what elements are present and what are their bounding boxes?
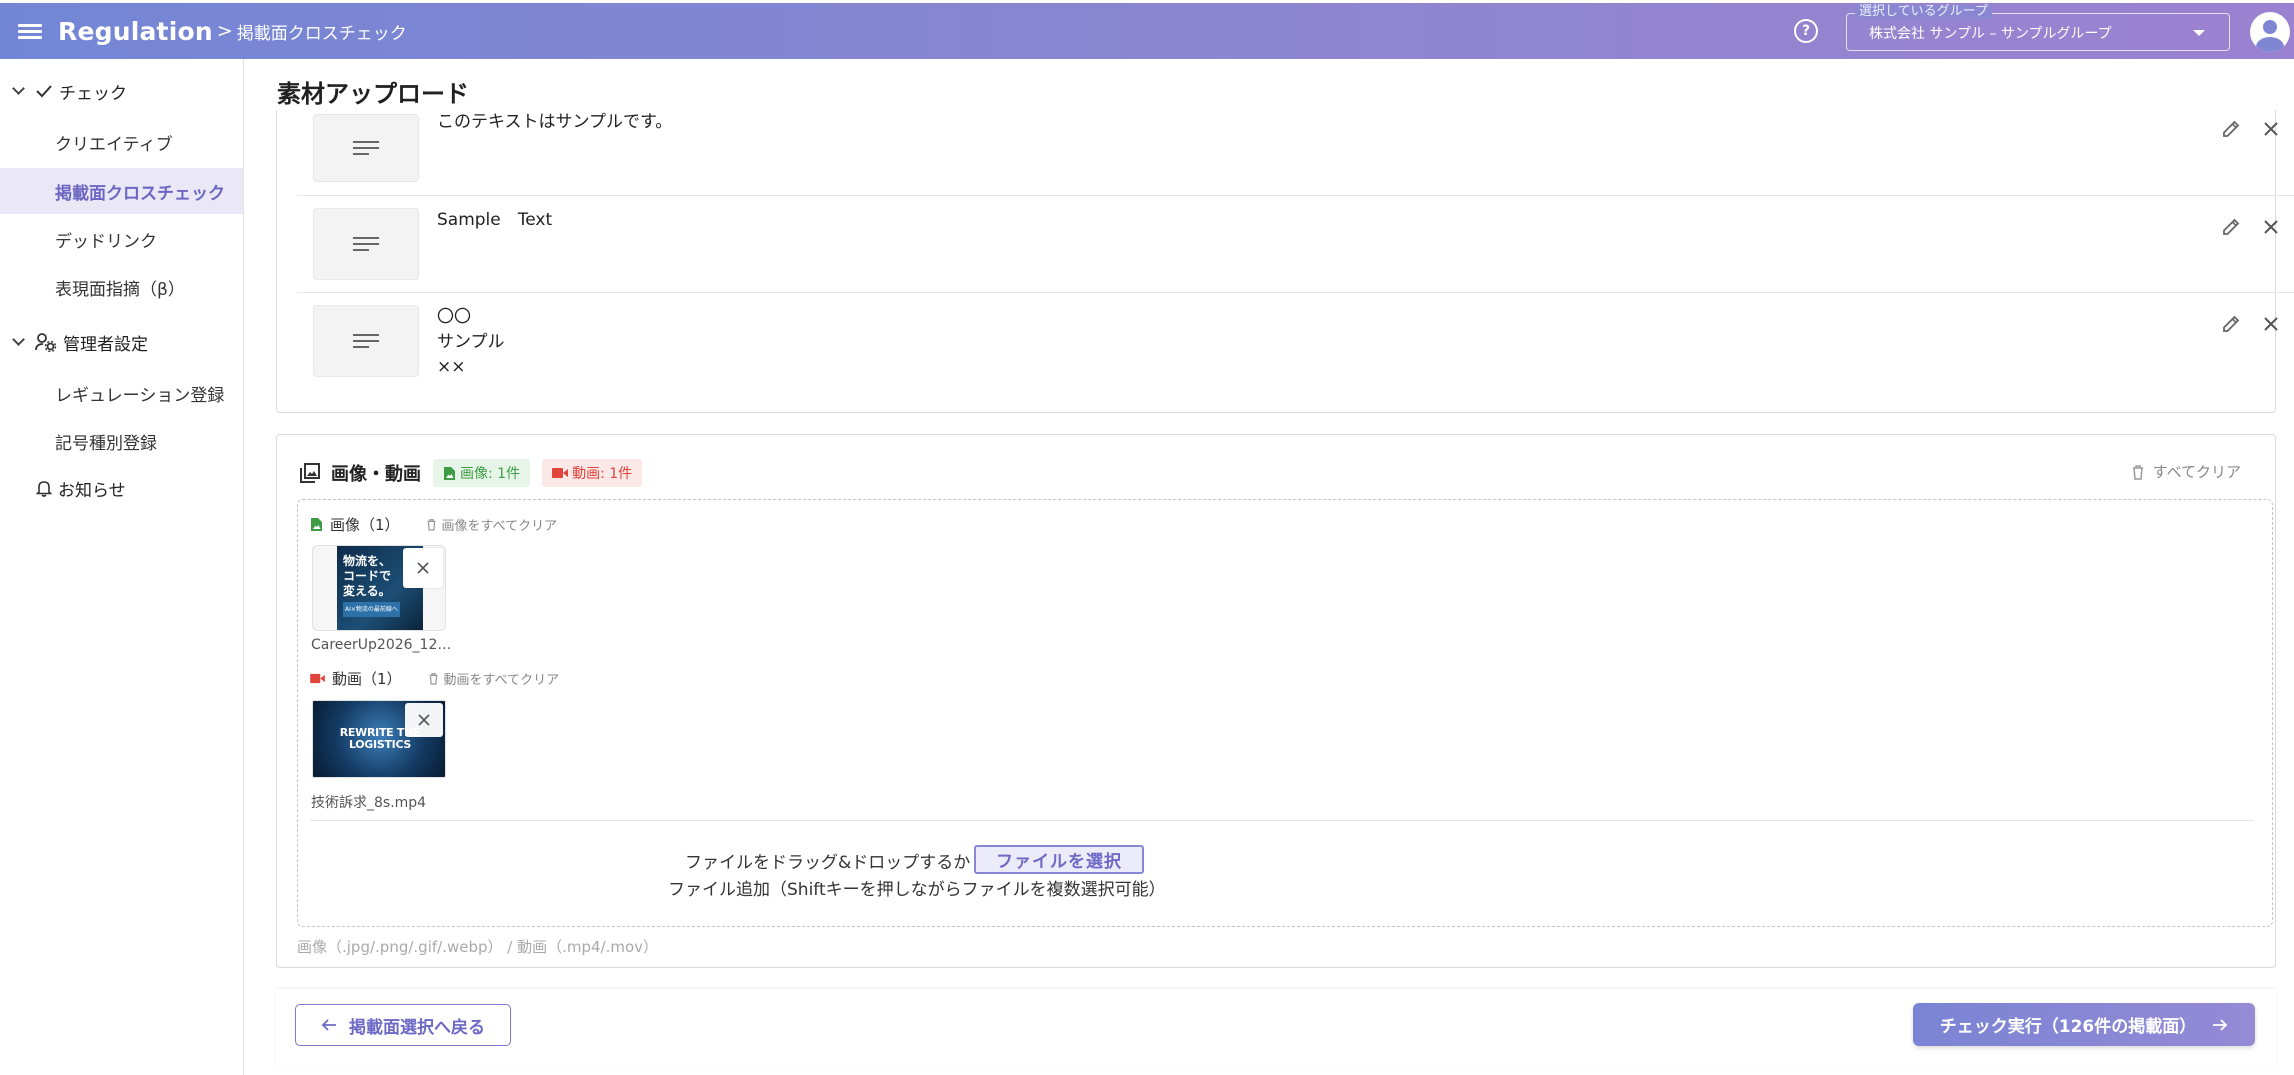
- nav-group-check-label: チェック: [59, 83, 127, 104]
- media-section-header: 画像・動画 画像: 1件 動画: 1件: [299, 459, 643, 487]
- notice-label: お知らせ: [58, 480, 126, 501]
- video-filename: 技術訴求_8s.mp4: [311, 795, 427, 811]
- sidebar-item-dead-link[interactable]: デッドリンク: [0, 216, 243, 262]
- image-subsection-title: 画像（1）: [330, 516, 400, 534]
- sidebar-item-creative[interactable]: クリエイティブ: [0, 119, 243, 165]
- video-subsection-title: 動画（1）: [332, 670, 402, 688]
- text-content: 〇〇 サンプル ××: [437, 307, 505, 377]
- chevron-down-icon: [12, 82, 25, 95]
- edit-icon[interactable]: [2220, 216, 2242, 238]
- divider: [310, 820, 2254, 821]
- list-item: このテキストはサンプルです。: [297, 110, 2294, 196]
- edit-icon[interactable]: [2220, 118, 2242, 140]
- video-count-badge: 動画: 1件: [542, 459, 643, 487]
- app-header: Regulation > 掲載面クロスチェック ? 選択しているグループ 株式会…: [0, 3, 2294, 59]
- arrow-left-icon: [321, 1019, 336, 1031]
- clear-videos-button[interactable]: 動画をすべてクリア: [428, 669, 559, 688]
- bell-icon: [36, 479, 52, 497]
- sidebar-item-regulation[interactable]: レギュレーション登録: [0, 370, 243, 416]
- caret-down-icon: [2193, 30, 2205, 36]
- breadcrumb-separator: >: [216, 20, 233, 42]
- help-icon[interactable]: ?: [1794, 19, 1818, 43]
- image-file-icon: [444, 466, 455, 480]
- group-select[interactable]: 選択しているグループ 株式会社 サンプル – サンプルグループ: [1846, 5, 2230, 51]
- menu-icon[interactable]: [18, 21, 44, 41]
- trash-icon: [429, 673, 437, 685]
- sidebar: チェック クリエイティブ 掲載面クロスチェック デッドリンク 表現面指摘（β） …: [0, 59, 244, 1075]
- text-lines-icon: [353, 137, 379, 159]
- media-card: 画像・動画 画像: 1件 動画: 1件 すべてクリア 画像（1） 画像をすべてク…: [276, 434, 2276, 968]
- remove-video-button[interactable]: [405, 703, 443, 737]
- close-icon: [417, 562, 429, 574]
- user-avatar-icon[interactable]: [2250, 12, 2290, 52]
- sidebar-item-notice[interactable]: お知らせ: [0, 468, 126, 508]
- page-title: 素材アップロード: [277, 80, 469, 108]
- nav-group-admin-label: 管理者設定: [63, 334, 148, 355]
- video-camera-icon: [552, 468, 569, 478]
- video-subsection-header: 動画（1） 動画をすべてクリア: [310, 668, 559, 689]
- list-item: Sample Text: [297, 196, 2294, 293]
- media-section-title: 画像・動画: [331, 464, 421, 485]
- arrow-right-icon: [2213, 1018, 2228, 1031]
- image-subsection-header: 画像（1） 画像をすべてクリア: [310, 514, 557, 535]
- text-list-card: このテキストはサンプルです。 Sample Text 〇〇 サンプル ××: [276, 110, 2294, 413]
- admin-settings-icon: [35, 332, 57, 352]
- back-to-placement-button[interactable]: 掲載面選択へ戻る: [295, 1004, 511, 1046]
- image-file-icon: [311, 518, 322, 531]
- text-lines-icon: [353, 233, 379, 255]
- list-item: 〇〇 サンプル ××: [297, 293, 2294, 403]
- nav-group-check[interactable]: チェック: [0, 71, 127, 111]
- text-content: Sample Text: [437, 210, 553, 230]
- video-thumbnail[interactable]: REWRITE THE LOGISTICS: [312, 700, 446, 778]
- nav-group-admin[interactable]: 管理者設定: [0, 322, 148, 362]
- close-icon[interactable]: [2260, 118, 2282, 140]
- text-thumb: [313, 114, 419, 182]
- image-count-badge: 画像: 1件: [433, 459, 531, 487]
- video-camera-icon: [310, 673, 325, 684]
- app-brand[interactable]: Regulation: [58, 17, 213, 46]
- check-icon: [35, 83, 53, 99]
- accepted-formats-note: 画像（.jpg/.png/.gif/.webp） / 動画（.mp4/.mov）: [297, 938, 659, 956]
- trash-icon: [427, 519, 435, 531]
- text-thumb: [313, 208, 419, 280]
- close-icon[interactable]: [2260, 313, 2282, 335]
- close-icon: [418, 714, 430, 726]
- drop-instruction-secondary: ファイル追加（Shiftキーを押しながらファイルを複数選択可能）: [668, 880, 1166, 900]
- remove-image-button[interactable]: [403, 548, 443, 588]
- media-library-icon: [299, 462, 321, 484]
- drop-instruction: ファイルをドラッグ&ドロップするか: [685, 853, 971, 873]
- text-thumb: [313, 305, 419, 377]
- file-dropzone[interactable]: 画像（1） 画像をすべてクリア 物流を、 コードで 変える。 AI×物流の最前線…: [297, 499, 2273, 927]
- chevron-down-icon: [12, 333, 25, 346]
- breadcrumb-current: 掲載面クロスチェック: [236, 23, 407, 44]
- run-check-button[interactable]: チェック実行（126件の掲載面）: [1913, 1003, 2255, 1046]
- clear-images-button[interactable]: 画像をすべてクリア: [426, 515, 557, 534]
- sidebar-item-symbol[interactable]: 記号種別登録: [0, 418, 243, 464]
- choose-file-button[interactable]: ファイルを選択: [974, 845, 1144, 874]
- sidebar-item-cross-check[interactable]: 掲載面クロスチェック: [0, 168, 243, 214]
- sidebar-item-expression[interactable]: 表現面指摘（β）: [0, 264, 243, 310]
- group-select-value: 株式会社 サンプル – サンプルグループ: [1869, 26, 2112, 42]
- edit-icon[interactable]: [2220, 313, 2242, 335]
- close-icon[interactable]: [2260, 216, 2282, 238]
- text-lines-icon: [353, 330, 379, 352]
- group-select-label: 選択しているグループ: [1855, 5, 1992, 19]
- image-filename: CareerUp2026_12…: [311, 637, 452, 653]
- trash-icon: [2132, 464, 2143, 480]
- clear-all-button[interactable]: すべてクリア: [2131, 461, 2241, 482]
- image-thumbnail[interactable]: 物流を、 コードで 変える。 AI×物流の最前線へ: [312, 545, 446, 631]
- text-content: このテキストはサンプルです。: [437, 112, 673, 132]
